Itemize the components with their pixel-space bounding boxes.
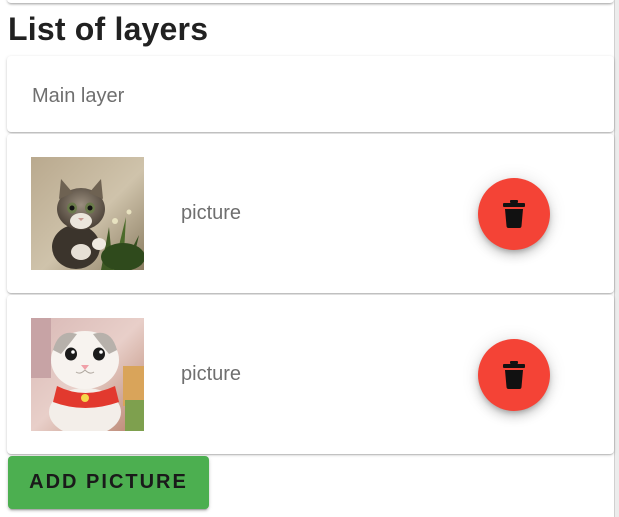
layers-panel: List of layers Main layer picture pictur… [0,0,619,517]
trash-icon [503,361,525,389]
page-title: List of layers [8,11,209,47]
picture-layer-label: picture [181,363,242,385]
previous-card-edge [7,0,614,3]
main-layer-item[interactable]: Main layer [7,56,614,132]
kitten-thumbnail [31,318,144,431]
picture-layer-item[interactable]: picture [7,134,614,293]
picture-layer-item[interactable]: picture [7,295,614,454]
delete-layer-button[interactable] [478,178,550,250]
kitten-thumbnail [31,157,144,270]
picture-layer-label: picture [181,202,242,224]
add-picture-button[interactable]: ADD PICTURE [8,456,209,509]
scrollbar-track[interactable] [614,0,619,517]
delete-layer-button[interactable] [478,339,550,411]
main-layer-label: Main layer [32,85,125,107]
layer-list: Main layer picture picture [7,56,614,456]
trash-icon [503,200,525,228]
